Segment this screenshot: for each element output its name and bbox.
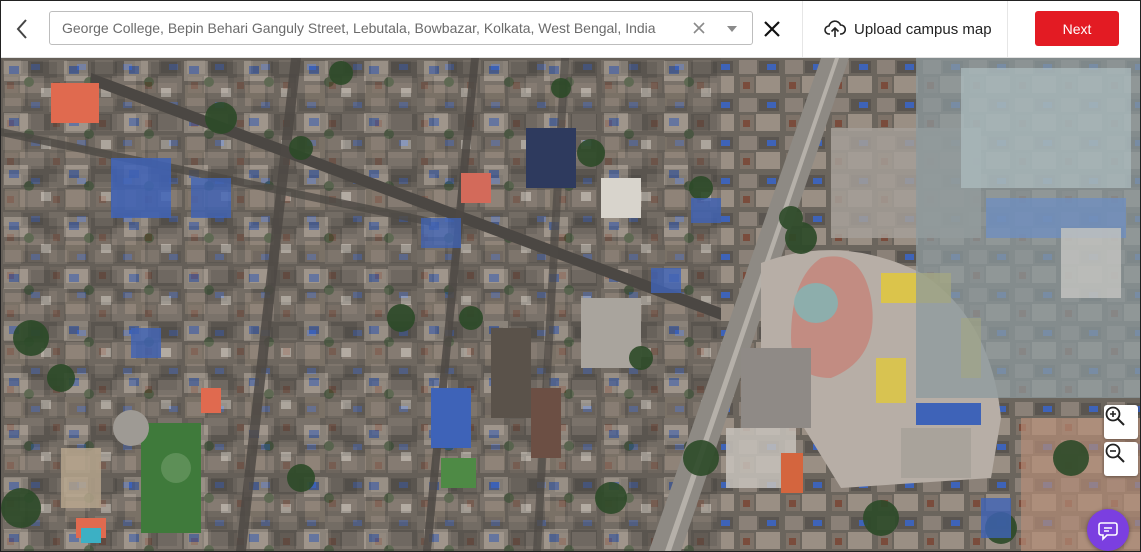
back-button[interactable]: [9, 15, 35, 43]
upload-campus-map-button[interactable]: Upload campus map: [824, 15, 992, 43]
chat-icon: [1098, 522, 1118, 541]
satellite-map[interactable]: [1, 58, 1140, 551]
clear-x-icon[interactable]: [690, 19, 708, 37]
chevron-left-icon: [16, 19, 27, 39]
satellite-imagery: [1, 58, 1140, 551]
zoom-out-icon: [1105, 443, 1125, 463]
location-search-input[interactable]: [62, 12, 672, 44]
cloud-upload-icon: [824, 20, 846, 37]
close-icon[interactable]: [761, 18, 783, 40]
toolbar-divider: [802, 1, 803, 57]
top-toolbar: Upload campus map Next: [1, 1, 1140, 58]
toolbar-divider: [1007, 1, 1008, 57]
zoom-in-button[interactable]: [1104, 405, 1138, 439]
location-search-box[interactable]: [49, 11, 753, 45]
chat-button[interactable]: [1087, 509, 1129, 551]
app-window: Upload campus map Next: [0, 0, 1141, 552]
upload-campus-map-label: Upload campus map: [854, 20, 992, 38]
zoom-in-icon: [1105, 406, 1125, 426]
caret-down-icon[interactable]: [726, 24, 738, 34]
zoom-out-button[interactable]: [1104, 442, 1138, 476]
next-button[interactable]: Next: [1035, 11, 1119, 46]
